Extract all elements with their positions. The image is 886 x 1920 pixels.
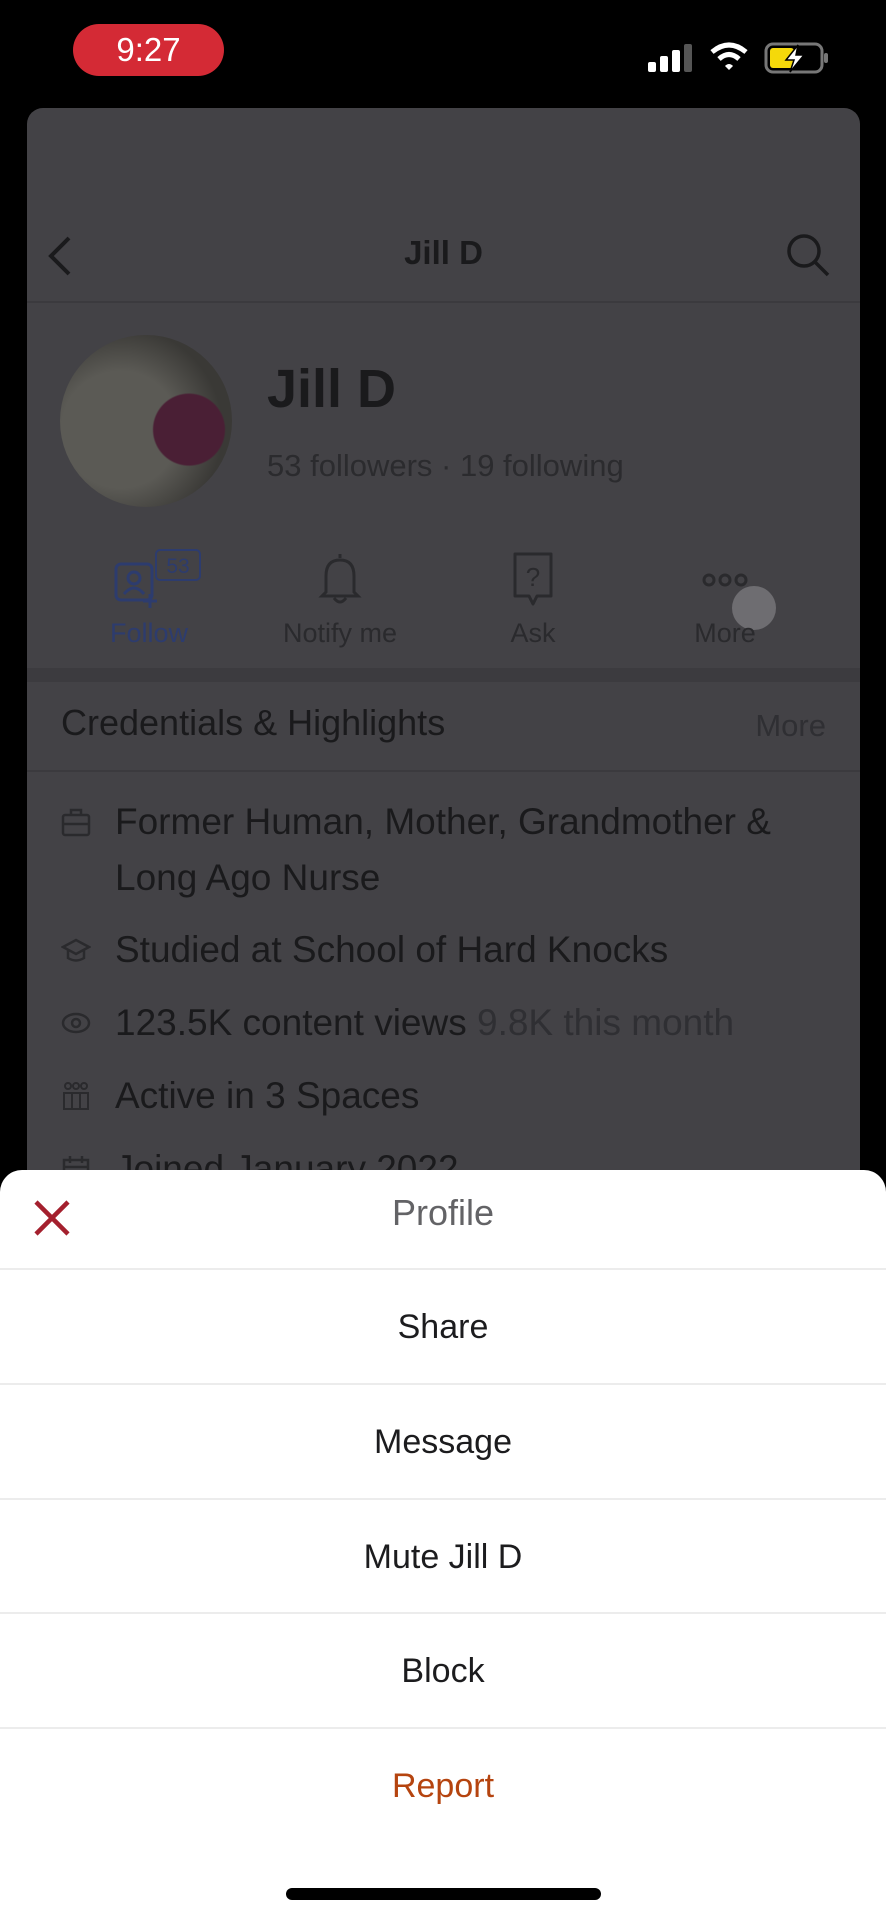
more-label: More [694,618,756,648]
mute-option[interactable]: Mute Jill D [0,1498,886,1612]
wifi-icon [710,42,748,70]
credential-item: Former Human, Mother, Grandmother & Long… [61,794,831,906]
profile-name: Jill D [267,359,397,419]
report-option[interactable]: Report [0,1727,886,1841]
followers-count[interactable]: 53 followers · 19 following [267,448,624,484]
battery-charging-icon [764,42,828,74]
profile-page: Jill D Jill D 53 followers · 19 followin… [27,108,860,1208]
more-button[interactable]: More [630,548,820,649]
message-option[interactable]: Message [0,1383,886,1497]
eye-icon [61,1012,91,1034]
home-indicator[interactable] [286,1888,601,1900]
credentials-more-link[interactable]: More [755,708,826,744]
follow-user-icon: 53 [114,549,201,608]
more-dots-icon [702,573,748,587]
signal-icon [648,44,692,72]
bell-icon [318,554,362,604]
ask-label: Ask [510,618,556,648]
status-time: 9:27 [73,24,224,76]
credential-item: Studied at School of Hard Knocks [61,922,668,978]
share-option[interactable]: Share [0,1268,886,1382]
profile-action-sheet: Profile Share Message Mute Jill D Block … [0,1170,886,1920]
briefcase-icon [61,808,91,837]
credentials-title: Credentials & Highlights [61,702,446,743]
avatar[interactable] [60,335,232,507]
credential-item: 123.5K content views 9.8K this month [61,995,734,1051]
search-icon[interactable] [785,232,831,278]
block-option[interactable]: Block [0,1612,886,1726]
sheet-title: Profile [391,1192,495,1233]
follow-button[interactable]: 53 Follow [54,548,244,649]
svg-text:?: ? [526,562,540,592]
nav-title: Jill D [404,234,483,271]
graduation-cap-icon [61,938,91,962]
spaces-icon [63,1082,89,1110]
section-divider [27,668,860,682]
follow-label: Follow [109,618,189,648]
question-bubble-icon: ? [513,552,553,606]
notify-me-label: Notify me [282,618,398,648]
svg-text:53: 53 [166,555,189,578]
ask-button[interactable]: ? Ask [438,548,628,649]
notify-me-button[interactable]: Notify me [245,548,435,649]
credential-item[interactable]: Active in 3 Spaces [61,1068,419,1124]
